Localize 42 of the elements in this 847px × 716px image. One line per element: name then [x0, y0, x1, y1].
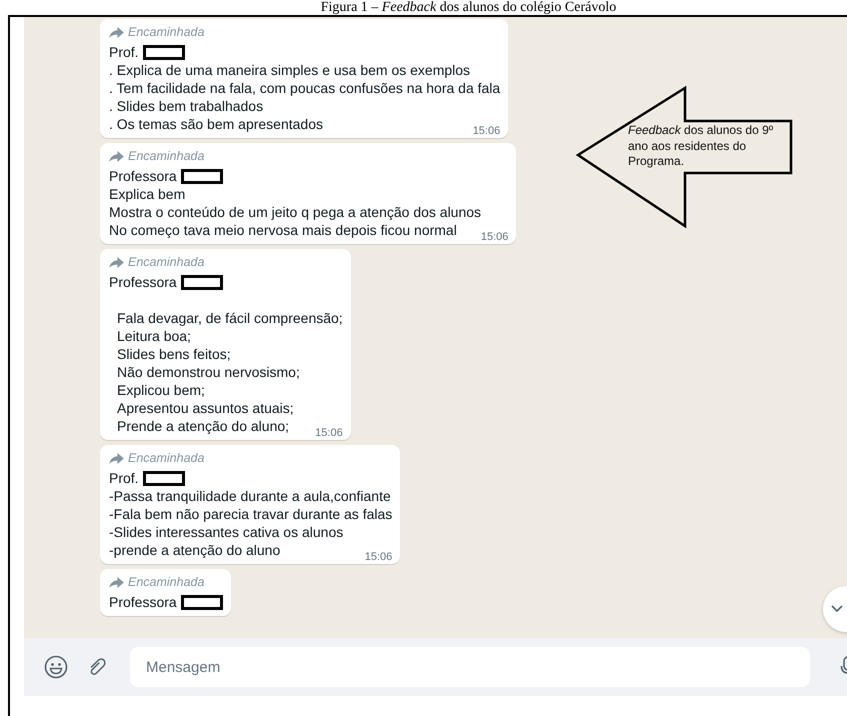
message-line: Explicou bem;	[117, 381, 206, 399]
message-line: -Passa tranquilidade durante a aula,confiante	[109, 487, 392, 505]
sender-heading: Prof.	[109, 43, 139, 61]
callout-text: Feedback dos alunos do 9º ano aos residentes do Programa.	[628, 123, 774, 170]
message-line: Slides bens feitos;	[117, 345, 232, 363]
forwarded-label: Encaminhada	[128, 148, 204, 165]
sender-heading: Professora	[109, 273, 177, 291]
chevron-down-icon	[831, 605, 843, 613]
message-time: 15:06	[472, 124, 500, 138]
message-line: -Slides interessantes cativa os alunos	[109, 523, 344, 541]
message-time: 15:06	[364, 550, 392, 564]
forward-icon	[109, 576, 124, 588]
forwarded-label: Encaminhada	[128, 574, 204, 591]
message-line: Explica bem	[109, 185, 186, 203]
message-line: No começo tava meio nervosa mais depois ficou normal	[109, 221, 457, 239]
forward-icon	[109, 150, 124, 162]
sender-heading: Prof.	[109, 469, 139, 487]
message-line: Leitura boa;	[117, 327, 192, 345]
forwarded-label: Encaminhada	[128, 450, 204, 467]
message-line: . Explica de uma maneira simples e usa bem os exemplos	[109, 61, 472, 79]
message-line: -prende a atenção do aluno	[109, 541, 280, 559]
message-line: . Os temas são bem apresentados	[109, 115, 323, 133]
forwarded-label: Encaminhada	[128, 254, 204, 271]
message-line: Fala devagar, de fácil compreensão;	[117, 309, 343, 327]
forwarded-label: Encaminhada	[128, 24, 204, 41]
figure-caption: Figura 1 – Feedback dos alunos do colégio Cerávolo	[320, 0, 618, 15]
message-line: -Fala bem não parecia travar durante as falas	[109, 505, 392, 523]
sender-heading: Professora	[109, 593, 177, 611]
message-line: Não demonstrou nervosismo;	[117, 363, 301, 381]
message-line: . Tem facilidade na fala, com poucas confusões na hora da fala	[109, 79, 500, 97]
message-line: Apresentou assuntos atuais;	[117, 399, 295, 417]
forward-icon	[109, 452, 124, 464]
forward-icon	[109, 26, 124, 38]
emoji-icon[interactable]	[44, 655, 68, 679]
message-line: . Slides bem trabalhados	[109, 97, 264, 115]
message-line: Mostra o conteúdo de um jeito q pega a atenção dos alunos	[109, 203, 482, 221]
message-input[interactable]: Mensagem	[130, 647, 810, 687]
message-time: 15:06	[480, 230, 508, 244]
forward-icon	[109, 256, 124, 268]
sender-heading: Professora	[109, 167, 177, 185]
message-time: 15:06	[315, 426, 343, 440]
message-line: Prende a atenção do aluno;	[117, 417, 290, 435]
